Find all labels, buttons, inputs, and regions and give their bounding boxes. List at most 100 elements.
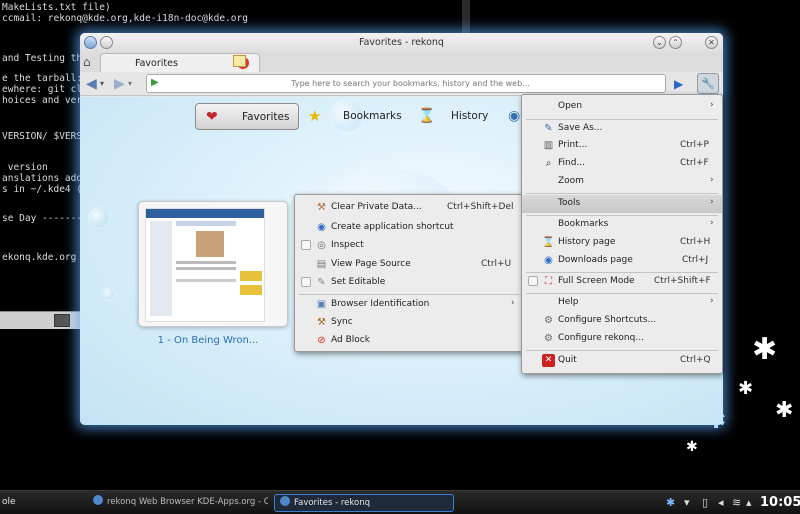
menu-item-label: Find...	[558, 158, 586, 168]
menu-item-tools[interactable]: Tools ›	[522, 195, 722, 213]
menu-item-label: Set Editable	[331, 277, 386, 287]
bubble-decoration	[102, 287, 116, 301]
menu-item-label: View Page Source	[331, 259, 411, 269]
terminal-line: VERSION/ $VERSI	[2, 131, 88, 142]
menu-item-browser-identification[interactable]: ▣ Browser Identification ›	[295, 296, 523, 314]
downloads-icon: ◉	[544, 255, 553, 266]
bookmarks-view-button[interactable]: ★ Bookmarks	[308, 103, 408, 130]
menu-item-clear-private-data[interactable]: ⚒ Clear Private Data... Ctrl+Shift+Del	[295, 199, 523, 217]
menu-item-downloads-page[interactable]: ◉ Downloads page Ctrl+J	[522, 252, 722, 270]
favorite-thumbnail[interactable]	[138, 201, 288, 327]
wifi-icon[interactable]: ≋	[732, 496, 741, 509]
taskbar-task-browser[interactable]: rekonq Web Browser KDE-Apps.org - Chr	[88, 494, 268, 512]
menu-item-configure-shortcuts[interactable]: ⚙ Configure Shortcuts...	[522, 312, 722, 330]
leaf-decoration-icon: ✱	[686, 439, 698, 455]
menu-item-full-screen-mode[interactable]: ⛶ Full Screen Mode Ctrl+Shift+F	[522, 273, 722, 291]
menu-item-label: Configure Shortcuts...	[558, 315, 657, 325]
thumbnail-caption[interactable]: 1 - On Being Wron...	[138, 335, 278, 346]
favorites-view-button[interactable]: ❤ Favorites	[195, 103, 299, 130]
chevron-right-icon: ›	[710, 175, 714, 185]
home-icon[interactable]: ⌂	[83, 55, 97, 69]
menu-item-inspect[interactable]: ◎ Inspect	[295, 237, 523, 255]
view-label: History	[451, 110, 489, 122]
maximize-button[interactable]: ⌃	[669, 36, 682, 49]
back-icon[interactable]: ◀	[86, 76, 97, 92]
page-preview-image	[145, 208, 265, 322]
taskbar-label[interactable]: ole	[2, 494, 42, 512]
forward-icon[interactable]: ▶	[114, 76, 125, 92]
back-menu-icon[interactable]: ▾	[100, 76, 104, 92]
tray-menu-icon[interactable]: ▾	[684, 496, 690, 509]
terminal-line: and Testing the	[2, 53, 88, 64]
sync-icon: ⚒	[317, 317, 326, 328]
menu-item-label: Downloads page	[558, 255, 633, 265]
menu-item-label: Configure rekonq...	[558, 333, 644, 343]
menu-item-quit[interactable]: ✕ Quit Ctrl+Q	[522, 352, 722, 370]
identity-icon: ▣	[316, 299, 327, 310]
network-icon[interactable]: ✱	[666, 496, 675, 509]
forward-menu-icon[interactable]: ▾	[128, 76, 132, 92]
go-button[interactable]: ▶	[674, 77, 683, 91]
save-icon: ✎	[544, 123, 553, 134]
inspect-checkbox[interactable]	[301, 240, 311, 250]
battery-icon[interactable]: ▯	[702, 496, 708, 509]
history-view-button[interactable]: ⌛ History	[418, 103, 508, 130]
menu-item-view-page-source[interactable]: ▤ View Page Source Ctrl+U	[295, 256, 523, 274]
menu-item-shortcut: Ctrl+Shift+F	[654, 276, 711, 286]
window-title: Favorites - rekonq	[359, 37, 444, 48]
menu-item-help[interactable]: Help ›	[522, 294, 722, 312]
heart-icon: ❤	[206, 109, 218, 125]
menu-item-set-editable[interactable]: ✎ Set Editable	[295, 274, 523, 292]
globe-icon: ◉	[317, 222, 326, 233]
menu-item-configure-rekonq[interactable]: ⚙ Configure rekonq...	[522, 330, 722, 348]
menu-item-open[interactable]: Open ›	[522, 98, 722, 116]
tools-submenu: ⚒ Clear Private Data... Ctrl+Shift+Del ◉…	[294, 194, 524, 352]
hourglass-icon: ⌛	[418, 108, 436, 124]
chevron-right-icon: ›	[710, 218, 714, 228]
close-button[interactable]: ✕	[705, 36, 718, 49]
rekonq-icon	[280, 496, 290, 506]
terminal-tab-icon[interactable]	[54, 314, 70, 327]
menu-item-save-as[interactable]: ✎ Save As...	[522, 120, 722, 138]
menu-item-bookmarks[interactable]: Bookmarks ›	[522, 216, 722, 234]
menu-item-history-page[interactable]: ⌛ History page Ctrl+H	[522, 234, 722, 252]
menu-item-find[interactable]: ⌕ Find... Ctrl+F	[522, 155, 722, 173]
full-screen-checkbox[interactable]	[528, 276, 538, 286]
terminal-line: hoices and vers	[2, 95, 88, 106]
menu-item-sync[interactable]: ⚒ Sync	[295, 314, 523, 332]
window-titlebar[interactable]: Favorites - rekonq ⌄ ⌃ ✕	[80, 33, 723, 52]
menu-item-shortcut: Ctrl+F	[680, 158, 709, 168]
search-input[interactable]	[163, 76, 658, 91]
chevron-right-icon: ›	[710, 100, 714, 110]
menu-item-shortcut: Ctrl+U	[481, 259, 512, 269]
menu-item-label: Clear Private Data...	[331, 202, 422, 212]
tray-expand-icon[interactable]: ▴	[746, 496, 752, 509]
configure-icon: ⚙	[544, 315, 553, 326]
menu-item-label: Quit	[558, 355, 577, 365]
task-label: Favorites - rekonq	[294, 498, 371, 508]
menu-item-zoom[interactable]: Zoom ›	[522, 173, 722, 191]
set-editable-checkbox[interactable]	[301, 277, 311, 287]
chevron-right-icon: ›	[511, 298, 515, 308]
configure-icon: ⚙	[544, 333, 553, 344]
terminal-line: s in ~/.kde4 (o	[2, 184, 88, 195]
menu-item-print[interactable]: ▥ Print... Ctrl+P	[522, 137, 722, 155]
browser-icon	[93, 495, 103, 505]
print-icon: ▥	[543, 140, 554, 151]
clock[interactable]: 10:05	[760, 495, 800, 510]
minimize-button[interactable]: ⌄	[653, 36, 666, 49]
volume-icon[interactable]: ◂	[718, 496, 724, 509]
taskbar: ole rekonq Web Browser KDE-Apps.org - Ch…	[0, 490, 800, 514]
navigation-toolbar: ◀ ▾ ▶ ▾ ▶ ▶ 🔧	[80, 72, 723, 96]
menu-item-ad-block[interactable]: ⊘ Ad Block	[295, 332, 523, 350]
menu-item-label: Print...	[558, 140, 588, 150]
tools-menu-button[interactable]: 🔧	[697, 73, 719, 94]
new-tab-icon[interactable]	[233, 55, 246, 67]
taskbar-task-favorites[interactable]: Favorites - rekonq	[274, 494, 454, 512]
menu-item-create-application-shortcut[interactable]: ◉ Create application shortcut	[295, 219, 523, 237]
menu-item-label: Create application shortcut	[331, 222, 454, 232]
terminal-tabbar	[0, 311, 80, 329]
menu-separator	[299, 294, 519, 295]
url-bar[interactable]: ▶	[146, 74, 666, 93]
menu-item-label: Zoom	[558, 176, 584, 186]
